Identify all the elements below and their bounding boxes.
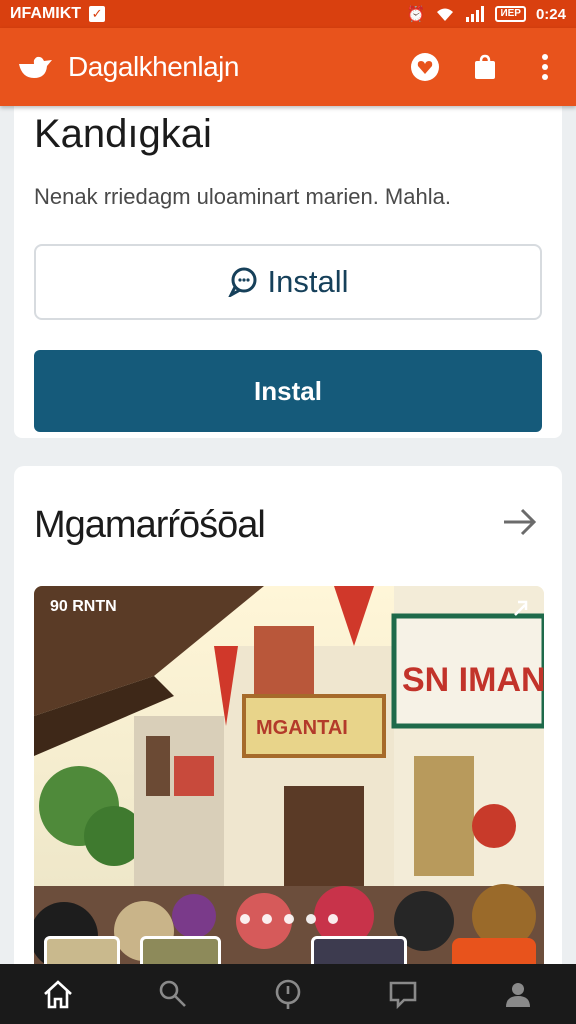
gallery-photo[interactable]: MGANTAI SN IMAN 90 RNTN [34, 586, 544, 986]
street-scene-image: MGANTAI SN IMAN [34, 586, 544, 986]
home-icon [43, 980, 72, 1009]
install-outline-label: Install [267, 264, 349, 299]
photo-label: 90 RNTN [50, 598, 117, 615]
arrow-right-icon[interactable] [500, 504, 540, 540]
svg-text:SN IMAN: SN IMAN [402, 661, 544, 699]
share-icon[interactable] [510, 598, 530, 618]
install-solid-label: Instal [254, 375, 322, 406]
chat-icon [389, 981, 417, 1009]
more-button[interactable] [530, 52, 560, 82]
check-icon: ✓ [89, 6, 106, 22]
search-icon [159, 980, 186, 1007]
svg-text:MGANTAI: MGANTAI [256, 717, 348, 739]
card-description: Nenak rriedagm uloaminart marien. Mahla. [34, 184, 451, 209]
bird-logo-icon[interactable] [16, 52, 52, 82]
bottom-nav [0, 964, 576, 1024]
nav-home[interactable] [38, 974, 78, 1014]
signal-icon [466, 6, 485, 22]
app-title: Dagalkhenlajn [68, 51, 239, 82]
nav-explore[interactable] [268, 974, 308, 1014]
gallery-card: Mgamarŕōśōal MGANTAI SN IMAN 90 RNTN [14, 466, 562, 986]
alarm-icon: ⏰ [406, 6, 426, 23]
nav-chat[interactable] [383, 974, 423, 1014]
nav-profile[interactable] [498, 974, 538, 1014]
carousel-dot[interactable] [262, 914, 272, 924]
profile-icon [506, 983, 531, 1007]
card-title: Kandıgkai [34, 112, 212, 156]
install-outline-button[interactable]: Install [34, 244, 542, 320]
heart-icon [411, 53, 439, 81]
app-actions [410, 52, 560, 82]
app-bar: Dagalkhenlajn [0, 28, 576, 106]
carousel-dot[interactable] [306, 914, 316, 924]
status-bar: ИFAMIKT ✓ ⏰ ИEP 0:24 [0, 0, 576, 28]
carousel-indicator[interactable] [240, 914, 338, 924]
gallery-title: Mgamarŕōśōal [34, 504, 266, 546]
more-vert-icon [542, 54, 548, 80]
bag-icon [475, 54, 495, 79]
heart-button[interactable] [410, 52, 440, 82]
battery-icon: ИEP [495, 6, 526, 22]
carousel-dot[interactable] [284, 914, 294, 924]
app-info-card: Kandıgkai Nenak rriedagm uloaminart mari… [14, 106, 562, 438]
status-right: ⏰ ИEP 0:24 [406, 5, 566, 24]
clock-text: 0:24 [535, 5, 566, 23]
carrier-text: ИFAMIKT [10, 5, 82, 22]
wifi-icon [437, 8, 454, 21]
explore-icon [275, 979, 301, 1009]
nav-search[interactable] [153, 974, 193, 1014]
install-solid-button[interactable]: Instal [34, 350, 542, 432]
bag-button[interactable] [470, 52, 500, 82]
chat-bubble-icon [227, 267, 256, 297]
status-left: ИFAMIKT ✓ [10, 5, 106, 23]
carousel-dot[interactable] [328, 914, 338, 924]
carousel-dot[interactable] [240, 914, 250, 924]
